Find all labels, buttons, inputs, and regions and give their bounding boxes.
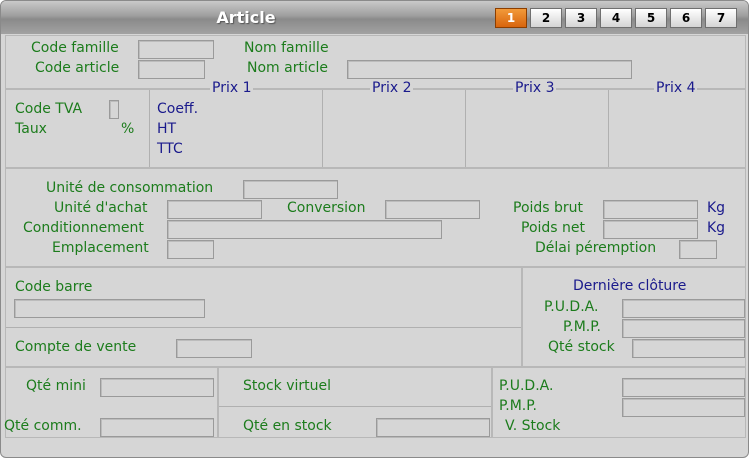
qte-mini-label: Qté mini — [26, 378, 86, 394]
stock-virtuel-label: Stock virtuel — [243, 378, 331, 394]
prix-4-header: Prix 4 — [654, 79, 698, 97]
cloture-pmp-label: P.M.P. — [563, 319, 601, 335]
conversion-label: Conversion — [287, 200, 366, 216]
window-title: Article — [216, 8, 276, 27]
conditionnement-label: Conditionnement — [23, 220, 144, 236]
price-separator-2 — [322, 90, 323, 167]
cloture-qte-stock-label: Qté stock — [548, 339, 615, 355]
nom-article-label: Nom article — [247, 60, 329, 76]
stock-pmp-field[interactable] — [622, 398, 745, 417]
stock-pmp-label: P.M.P. — [499, 398, 537, 414]
tab-5[interactable]: 5 — [635, 8, 667, 28]
qte-comm-field[interactable] — [100, 418, 214, 437]
poids-net-label: Poids net — [521, 220, 586, 236]
codes-separator — [6, 327, 521, 328]
prix-3-header: Prix 3 — [513, 79, 557, 97]
stock-separator — [219, 406, 491, 407]
nom-article-field[interactable] — [347, 60, 632, 79]
compte-vente-label: Compte de vente — [15, 339, 137, 355]
nom-famille-label: Nom famille — [244, 40, 329, 56]
poids-net-field[interactable] — [603, 220, 698, 239]
tab-1[interactable]: 1 — [495, 8, 527, 28]
delai-peremption-field[interactable] — [679, 240, 717, 259]
ttc-label: TTC — [157, 141, 183, 157]
stock-puda-field[interactable] — [622, 378, 745, 397]
code-famille-label: Code famille — [31, 40, 119, 56]
tab-4[interactable]: 4 — [600, 8, 632, 28]
ht-label: HT — [157, 121, 177, 137]
code-article-label: Code article — [35, 60, 120, 76]
taux-percent: % — [121, 121, 135, 137]
price-separator-4 — [608, 90, 609, 167]
price-separator-1 — [149, 90, 150, 167]
unite-consommation-field[interactable] — [243, 180, 338, 199]
emplacement-label: Emplacement — [52, 240, 149, 256]
prix-2-header: Prix 2 — [370, 79, 414, 97]
qte-mini-field[interactable] — [100, 378, 214, 397]
tab-6[interactable]: 6 — [670, 8, 702, 28]
tab-7[interactable]: 7 — [705, 8, 737, 28]
unite-achat-field[interactable] — [167, 200, 262, 219]
poids-brut-field[interactable] — [603, 200, 698, 219]
cloture-puda-label: P.U.D.A. — [544, 299, 599, 315]
compte-vente-field[interactable] — [176, 339, 252, 358]
delai-peremption-label: Délai péremption — [535, 240, 657, 256]
article-window: Article 1 2 3 4 5 6 7 Code famille Nom f… — [0, 0, 749, 458]
poids-net-unit: Kg — [707, 220, 726, 236]
v-stock-label: V. Stock — [505, 418, 561, 434]
poids-brut-unit: Kg — [707, 200, 726, 216]
coeff-label: Coeff. — [157, 101, 199, 117]
code-barre-label: Code barre — [15, 279, 93, 295]
code-tva-field[interactable] — [109, 100, 119, 119]
code-article-field[interactable] — [138, 60, 205, 79]
conditionnement-field[interactable] — [167, 220, 442, 239]
conversion-field[interactable] — [385, 200, 480, 219]
emplacement-field[interactable] — [167, 240, 214, 259]
poids-brut-label: Poids brut — [513, 200, 584, 216]
price-separator-3 — [465, 90, 466, 167]
stock-puda-label: P.U.D.A. — [499, 378, 554, 394]
title-bar: Article 1 2 3 4 5 6 7 — [1, 1, 748, 34]
prix-1-header: Prix 1 — [210, 79, 254, 97]
cloture-puda-field[interactable] — [622, 299, 745, 318]
tab-3[interactable]: 3 — [565, 8, 597, 28]
qte-en-stock-label: Qté en stock — [243, 418, 332, 434]
code-famille-field[interactable] — [138, 40, 214, 59]
taux-label: Taux — [15, 121, 47, 137]
qte-en-stock-field[interactable] — [376, 418, 490, 437]
tab-2[interactable]: 2 — [530, 8, 562, 28]
unite-achat-label: Unité d'achat — [54, 200, 148, 216]
cloture-pmp-field[interactable] — [622, 319, 745, 338]
code-barre-field[interactable] — [14, 299, 205, 318]
qte-comm-label: Qté comm. — [4, 418, 82, 434]
cloture-qte-stock-field[interactable] — [632, 339, 745, 358]
code-tva-label: Code TVA — [15, 101, 83, 117]
cloture-title: Dernière clôture — [573, 278, 687, 294]
unite-consommation-label: Unité de consommation — [46, 180, 214, 196]
